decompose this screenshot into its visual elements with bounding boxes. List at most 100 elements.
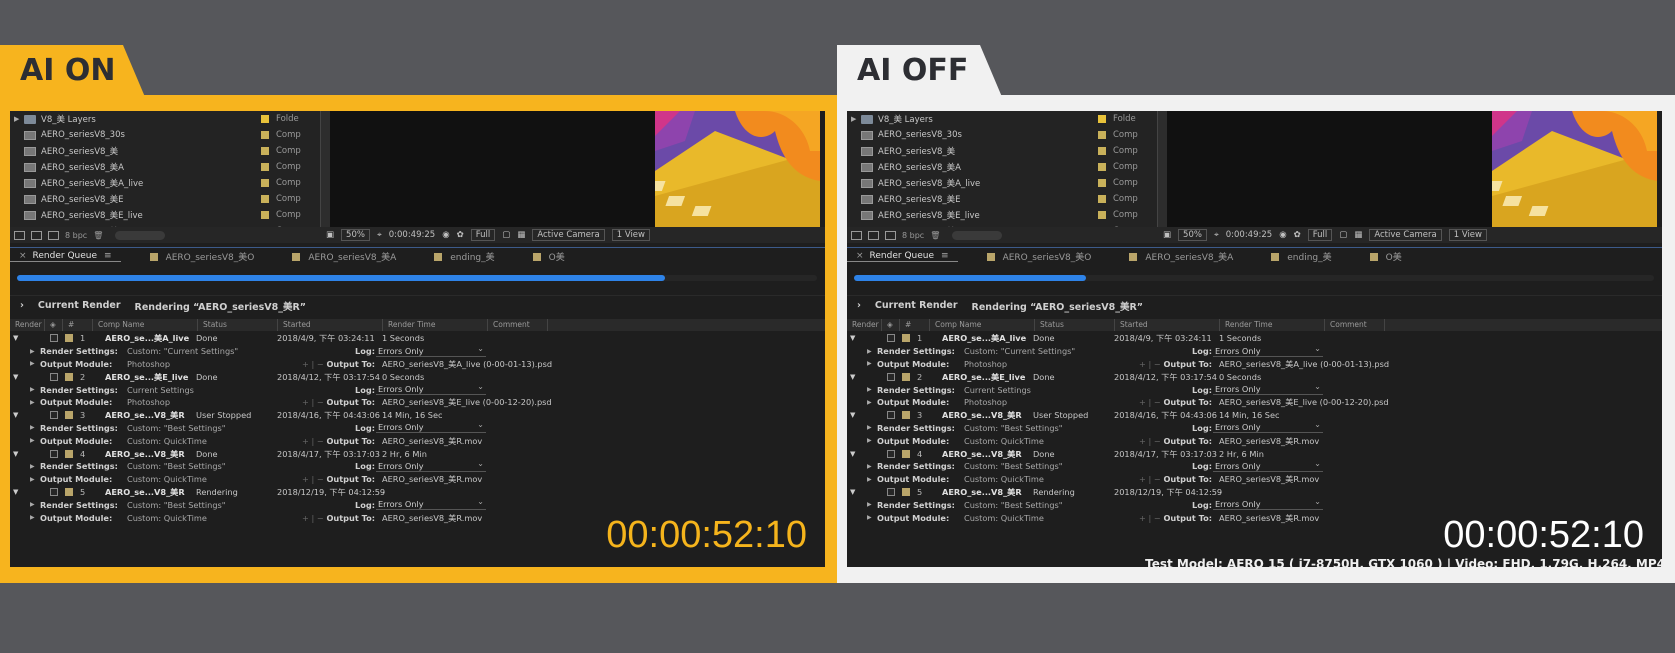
zoom-dropdown[interactable]: 50% (1178, 229, 1207, 241)
log-dropdown[interactable]: Errors Only (1213, 458, 1323, 472)
label-color-swatch[interactable] (261, 179, 269, 187)
expand-triangle-icon[interactable]: ▶ (30, 424, 35, 431)
expand-triangle-icon[interactable]: ▶ (867, 514, 872, 521)
label-color-swatch[interactable] (1098, 115, 1106, 123)
camera-dropdown[interactable]: Active Camera (532, 229, 605, 241)
log-dropdown[interactable]: Errors Only (1213, 381, 1323, 396)
expand-triangle-icon[interactable]: ▶ (30, 399, 35, 406)
project-item[interactable]: AERO_seriesV8_美E_live Comp (847, 207, 1157, 223)
output-module-value[interactable]: Photoshop (127, 397, 170, 407)
output-file-path[interactable]: AERO_seriesV8_美A_live (0-00-01-13).psd (382, 358, 552, 370)
roi-icon[interactable]: ▢ (1339, 230, 1347, 240)
panel-menu-icon[interactable]: ≡ (104, 251, 112, 261)
tab-composition[interactable]: O美 (1361, 250, 1411, 263)
render-settings-value[interactable]: Current Settings (964, 385, 1031, 395)
label-color-swatch[interactable] (902, 372, 910, 381)
output-module-value[interactable]: Custom: QuickTime (127, 513, 207, 523)
thumbnail-slider[interactable] (952, 230, 1003, 240)
expand-triangle-icon[interactable]: ▶ (867, 476, 872, 483)
output-file-path[interactable]: AERO_seriesV8_美E_live (0-00-12-20).psd (382, 396, 552, 408)
label-color-swatch[interactable] (1098, 147, 1106, 155)
new-folder-icon[interactable] (31, 230, 42, 240)
tab-composition[interactable]: AERO_seriesV8_美A (283, 250, 405, 263)
label-color-swatch[interactable] (65, 372, 73, 381)
column-header[interactable]: Status (198, 319, 278, 331)
render-settings-value[interactable]: Custom: "Best Settings" (964, 461, 1063, 471)
label-color-swatch[interactable] (902, 449, 910, 458)
expand-triangle-icon[interactable]: ▶ (867, 360, 872, 367)
roi-icon[interactable]: ▢ (502, 230, 510, 240)
interpret-footage-icon[interactable] (851, 230, 862, 240)
camera-dropdown[interactable]: Active Camera (1369, 229, 1442, 241)
column-header[interactable]: Status (1035, 319, 1115, 331)
render-checkbox[interactable] (887, 334, 895, 343)
label-color-swatch[interactable] (65, 487, 73, 496)
project-item[interactable]: AERO_seriesV8_美 Comp (847, 143, 1157, 159)
expand-triangle-icon[interactable]: ▼ (13, 373, 18, 381)
column-header[interactable]: Comment (488, 319, 548, 331)
expand-triangle-icon[interactable]: ▶ (867, 437, 872, 444)
thumbnail-slider[interactable] (115, 230, 166, 240)
expand-triangle-icon[interactable]: ▶ (30, 348, 35, 355)
project-item[interactable]: AERO_seriesV8_美E_live Comp (10, 207, 320, 223)
expand-triangle-icon[interactable]: ▼ (850, 488, 855, 496)
render-checkbox[interactable] (887, 487, 895, 496)
render-settings-value[interactable]: Custom: "Best Settings" (964, 500, 1063, 510)
snapshot-icon[interactable]: ▣ (326, 230, 334, 240)
label-color-swatch[interactable] (902, 334, 910, 343)
render-checkbox[interactable] (887, 411, 895, 420)
resolution-dropdown[interactable]: Full (470, 229, 496, 241)
close-icon[interactable]: × (19, 251, 27, 261)
expand-triangle-icon[interactable]: ▼ (850, 450, 855, 458)
region-icon[interactable]: ⌖ (377, 230, 382, 240)
tab-composition[interactable]: ending_美 (1262, 250, 1340, 263)
project-item[interactable]: AERO_seriesV8_美A_live Comp (10, 175, 320, 191)
output-file-path[interactable]: AERO_seriesV8_美E_live (0-00-12-20).psd (1219, 396, 1389, 408)
render-settings-value[interactable]: Custom: "Best Settings" (127, 423, 226, 433)
expand-triangle-icon[interactable]: ▼ (13, 488, 18, 496)
output-file-path[interactable]: AERO_seriesV8_美R.mov (382, 473, 482, 485)
log-dropdown[interactable]: Errors Only (1213, 343, 1323, 357)
label-color-swatch[interactable] (1098, 195, 1106, 203)
transparency-grid-icon[interactable]: ▦ (1354, 230, 1362, 240)
tab-composition[interactable]: AERO_seriesV8_美A (1120, 250, 1242, 263)
column-header[interactable]: Render (10, 319, 45, 331)
output-file-path[interactable]: AERO_seriesV8_美A_live (0-00-01-13).psd (1219, 358, 1389, 370)
column-header[interactable]: Comment (1325, 319, 1385, 331)
label-color-swatch[interactable] (1098, 179, 1106, 187)
project-item[interactable]: AERO_seriesV8_美A Comp (10, 159, 320, 175)
output-module-value[interactable]: Custom: QuickTime (964, 474, 1044, 484)
add-remove-icon[interactable]: + | − (302, 359, 324, 369)
expand-triangle-icon[interactable]: ▶ (867, 399, 872, 406)
render-checkbox[interactable] (50, 411, 58, 420)
output-module-value[interactable]: Photoshop (964, 397, 1007, 407)
expand-triangle-icon[interactable]: ▶ (30, 476, 35, 483)
queue-item[interactable]: ▼ 3 AERO_se...V8_美R User Stopped 2018/4/16, … (847, 409, 1662, 422)
expand-triangle-icon[interactable]: ▼ (13, 450, 18, 458)
column-header[interactable]: Comp Name (930, 319, 1035, 331)
expand-triangle-icon[interactable]: ▼ (850, 373, 855, 381)
expand-triangle-icon[interactable]: ▶ (867, 463, 872, 470)
label-color-swatch[interactable] (261, 131, 269, 139)
queue-item[interactable]: ▼ 5 AERO_se...V8_美R Rendering 2018/12/19, 下午… (10, 486, 825, 499)
log-dropdown[interactable]: Errors Only (1213, 419, 1323, 434)
queue-item[interactable]: ▼ 1 AERO_se...美A_live Done 2018/4/9, 下午 03:2… (847, 332, 1662, 345)
output-module-value[interactable]: Custom: QuickTime (127, 436, 207, 446)
add-remove-icon[interactable]: + | − (1139, 359, 1161, 369)
label-color-swatch[interactable] (261, 211, 269, 219)
label-color-swatch[interactable] (65, 334, 73, 343)
add-remove-icon[interactable]: + | − (1139, 436, 1161, 446)
render-settings-value[interactable]: Custom: "Current Settings" (127, 346, 238, 356)
expand-triangle-icon[interactable]: ▼ (850, 334, 855, 342)
expand-triangle-icon[interactable]: ▼ (850, 411, 855, 419)
queue-item[interactable]: ▼ 4 AERO_se...V8_美R Done 2018/4/17, 下午 03:17… (847, 447, 1662, 460)
expand-triangle-icon[interactable]: ▼ (13, 411, 18, 419)
output-file-path[interactable]: AERO_seriesV8_美R.mov (1219, 435, 1319, 447)
label-color-swatch[interactable] (65, 411, 73, 420)
output-file-path[interactable]: AERO_seriesV8_美R.mov (382, 435, 482, 447)
add-remove-icon[interactable]: + | − (302, 436, 324, 446)
camera-icon[interactable]: ◉ (1279, 230, 1286, 240)
log-dropdown[interactable]: Errors Only (1213, 496, 1323, 511)
column-header[interactable]: Render Time (383, 319, 488, 331)
expand-triangle-icon[interactable]: ▶ (867, 424, 872, 431)
